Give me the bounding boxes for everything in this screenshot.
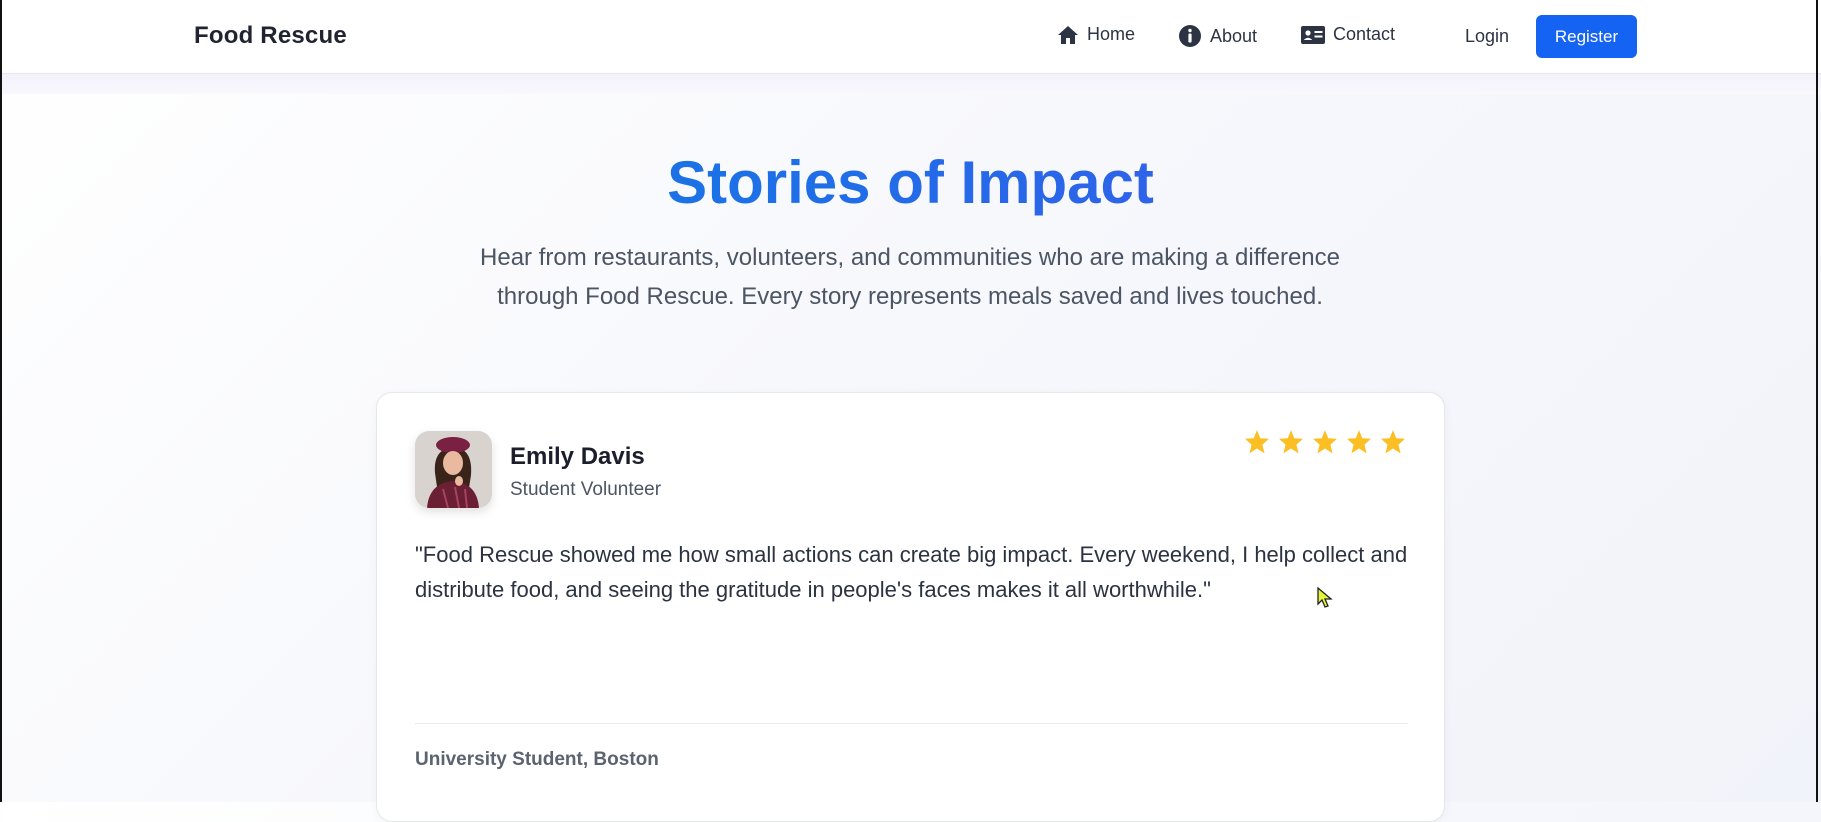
testimonial-card: Emily Davis Student Volunteer "Food Resc… [376, 392, 1445, 822]
star-icon [1312, 429, 1338, 459]
nav-about-label: About [1210, 25, 1258, 46]
nav-contact-label: Contact [1333, 24, 1396, 44]
home-icon [1057, 25, 1079, 45]
id-card-icon [1301, 25, 1325, 45]
testimonial-quote: "Food Rescue showed me how small actions… [415, 542, 1408, 602]
testimonial-role: Student Volunteer [510, 479, 662, 500]
page-subtitle: Hear from restaurants, volunteers, and c… [460, 238, 1360, 316]
nav-contact[interactable]: Contact [1301, 24, 1395, 45]
testimonial-location: University Student, Boston [415, 749, 659, 770]
page-subtitle-line: through Food Rescue. Every story represe… [497, 283, 1323, 310]
nav-home[interactable]: Home [1057, 24, 1135, 45]
star-icon [1346, 429, 1372, 459]
testimonial-name: Emily Davis [510, 443, 645, 470]
star-icon [1380, 429, 1406, 459]
header-shadow [0, 74, 1821, 94]
nav-about[interactable]: About [1178, 24, 1257, 48]
top-navbar: Food Rescue Home About Contact Login Reg… [0, 0, 1821, 74]
star-icon [1278, 429, 1304, 459]
avatar [415, 431, 492, 508]
info-circle-icon [1178, 24, 1202, 48]
login-link[interactable]: Login [1465, 26, 1509, 47]
star-rating [1244, 429, 1406, 459]
brand-logo[interactable]: Food Rescue [194, 22, 347, 50]
page-title: Stories of Impact [0, 148, 1821, 217]
divider [415, 723, 1408, 724]
register-button[interactable]: Register [1536, 15, 1637, 58]
nav-home-label: Home [1087, 24, 1136, 44]
mouse-cursor-icon [1317, 586, 1333, 614]
page-subtitle-line: Hear from restaurants, volunteers, and c… [480, 244, 1340, 271]
star-icon [1244, 429, 1270, 459]
